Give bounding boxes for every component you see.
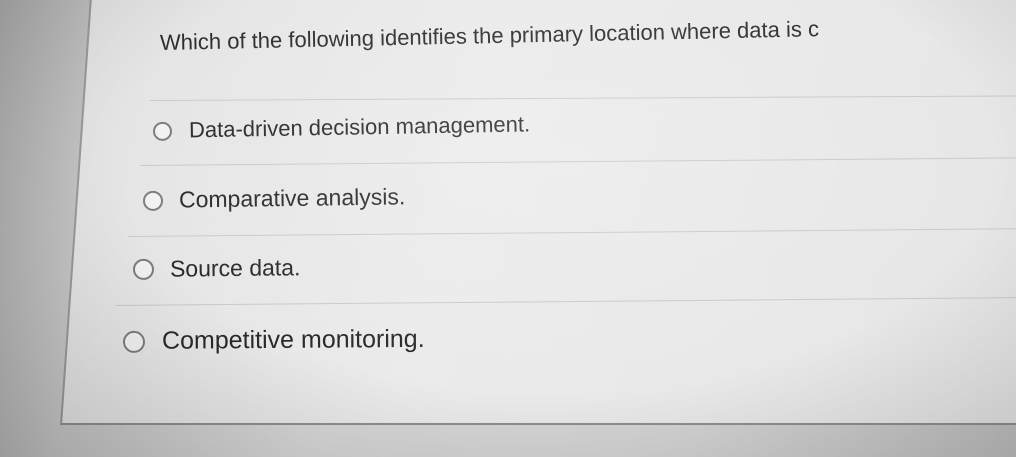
radio-button-icon[interactable] — [132, 258, 155, 280]
option-label: Comparative analysis. — [178, 183, 406, 213]
radio-button-icon[interactable] — [122, 330, 146, 353]
radio-button-icon[interactable] — [142, 190, 164, 211]
quiz-container: Which of the following identifies the pr… — [0, 0, 1016, 457]
option-comparative-analysis[interactable]: Comparative analysis. — [142, 183, 406, 214]
divider-4 — [115, 297, 1016, 306]
option-label: Source data. — [169, 254, 301, 282]
divider-3 — [127, 228, 1016, 237]
question-text: Which of the following identifies the pr… — [159, 16, 820, 55]
option-source-data[interactable]: Source data. — [132, 254, 301, 283]
option-label: Data-driven decision management. — [188, 111, 531, 143]
divider-2 — [139, 157, 1016, 166]
option-competitive-monitoring[interactable]: Competitive monitoring. — [122, 324, 425, 356]
option-label: Competitive monitoring. — [161, 324, 425, 355]
radio-button-icon[interactable] — [152, 121, 173, 141]
divider-1 — [149, 95, 1016, 101]
option-data-driven-decision-management[interactable]: Data-driven decision management. — [152, 111, 531, 144]
